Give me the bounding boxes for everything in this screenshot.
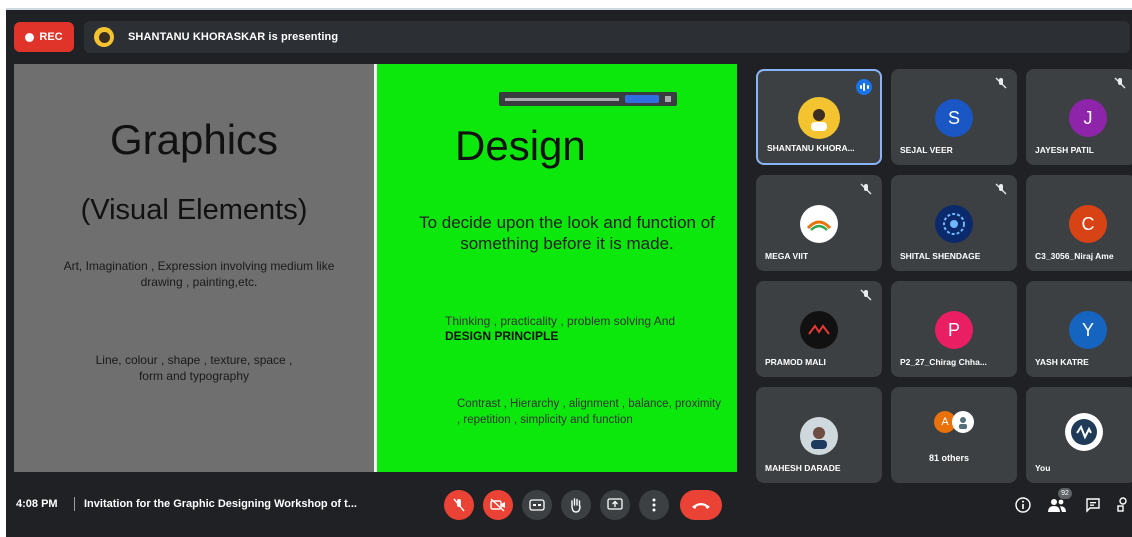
clock-time: 4:08 PM	[16, 498, 58, 510]
participant-tile[interactable]: S SEJAL VEER	[891, 69, 1017, 165]
slide-graphics-title: Graphics	[109, 116, 279, 163]
participant-name: PRAMOD MALI	[765, 357, 826, 367]
slide-graphics-paragraph2: Line, colour , shape , texture, space , …	[95, 353, 293, 383]
activities-button[interactable]	[1114, 494, 1132, 516]
presenter-avatar	[94, 27, 114, 47]
end-call-button[interactable]	[680, 490, 722, 520]
participant-name: C3_3056_Niraj Ame	[1035, 251, 1114, 261]
participant-tile[interactable]: MEGA VIIT	[756, 175, 882, 271]
avatar	[798, 97, 840, 139]
camera-off-icon	[490, 498, 505, 512]
avatar	[800, 417, 838, 455]
slide-left-panel: Graphics (Visual Elements) Art, Imaginat…	[14, 64, 374, 472]
chat-button[interactable]	[1082, 494, 1104, 516]
participant-name: JAYESH PATIL	[1035, 145, 1094, 155]
participant-tile[interactable]: Y YASH KATRE	[1026, 281, 1132, 377]
avatar	[800, 205, 838, 243]
more-options-button[interactable]	[639, 490, 669, 520]
slide-graphics-paragraph1: Art, Imagination , Expression involving …	[63, 259, 335, 289]
meeting-details-button[interactable]	[1012, 494, 1034, 516]
mic-off-icon	[860, 183, 872, 195]
participant-name: SHANTANU KHORA...	[767, 143, 855, 153]
separator	[74, 497, 75, 511]
participant-name: MAHESH DARADE	[765, 463, 841, 473]
presenting-banner: SHANTANU KHORASKAR is presenting	[84, 21, 1130, 53]
presenting-text: SHANTANU KHORASKAR is presenting	[128, 31, 339, 43]
mic-off-icon	[453, 498, 465, 512]
mic-off-icon	[995, 183, 1007, 195]
meet-window: REC SHANTANU KHORASKAR is presenting Gra…	[6, 8, 1132, 537]
more-vert-icon	[652, 498, 656, 512]
self-tile[interactable]: You	[1026, 387, 1132, 483]
participant-name: SHITAL SHENDAGE	[900, 251, 981, 261]
raise-hand-button[interactable]	[561, 490, 591, 520]
slide-design-paragraph2: Thinking , practicality , problem solvin…	[445, 314, 676, 343]
participant-tile[interactable]: SHITAL SHENDAGE	[891, 175, 1017, 271]
chat-icon	[1086, 498, 1100, 513]
captions-icon	[529, 499, 545, 511]
recording-badge: REC	[14, 22, 74, 52]
avatar: J	[1069, 99, 1107, 137]
avatar	[1065, 413, 1103, 451]
avatar	[952, 411, 974, 433]
participant-tile[interactable]: PRAMOD MALI	[756, 281, 882, 377]
hand-icon	[571, 498, 581, 513]
avatar	[935, 205, 973, 243]
participant-tile[interactable]: C C3_3056_Niraj Ame	[1026, 175, 1132, 271]
present-icon	[607, 498, 623, 510]
shapes-icon	[1117, 497, 1127, 512]
participant-name: P2_27_Chirag Chha...	[900, 357, 987, 367]
avatar: Y	[1069, 311, 1107, 349]
camera-toggle-button[interactable]	[483, 490, 513, 520]
slide-right-panel: Design To decide upon the look and funct…	[377, 64, 737, 472]
participant-tile[interactable]: MAHESH DARADE	[756, 387, 882, 483]
mic-off-icon	[860, 289, 872, 301]
participant-name: You	[1035, 463, 1051, 473]
people-icon	[1048, 499, 1066, 512]
slide-design-title: Design	[455, 122, 586, 169]
mic-off-icon	[995, 77, 1007, 89]
info-icon	[1015, 497, 1031, 513]
participant-tile[interactable]: SHANTANU KHORA...	[756, 69, 882, 165]
avatar	[800, 311, 838, 349]
avatar: C	[1069, 205, 1107, 243]
close-icon[interactable]	[665, 96, 671, 102]
meeting-title: Invitation for the Graphic Designing Wor…	[84, 498, 357, 510]
captions-button[interactable]	[522, 490, 552, 520]
slide-design-paragraph1: To decide upon the look and function of …	[419, 213, 715, 253]
slide-design-paragraph3: Contrast , Hierarchy , alignment , balan…	[457, 398, 721, 426]
present-screen-button[interactable]	[600, 490, 630, 520]
participant-tile[interactable]: P P2_27_Chirag Chha...	[891, 281, 1017, 377]
rec-label: REC	[39, 31, 63, 43]
others-tile[interactable]: A 81 others	[891, 387, 1017, 483]
participant-name: YASH KATRE	[1035, 357, 1089, 367]
hang-up-icon	[692, 503, 710, 509]
mic-off-icon	[1114, 77, 1126, 89]
participant-tile[interactable]: J JAYESH PATIL	[1026, 69, 1132, 165]
participant-name: SEJAL VEER	[900, 145, 953, 155]
people-count-badge: 92	[1058, 488, 1072, 499]
speaking-indicator-icon	[856, 79, 872, 95]
avatar: P	[935, 311, 973, 349]
slide-graphics-subtitle: (Visual Elements)	[80, 194, 308, 226]
avatar: S	[935, 99, 973, 137]
mic-toggle-button[interactable]	[444, 490, 474, 520]
others-count: 81 others	[929, 453, 970, 463]
screen-share-notice[interactable]	[499, 92, 677, 106]
record-dot-icon	[25, 32, 35, 42]
participant-name: MEGA VIIT	[765, 251, 809, 261]
